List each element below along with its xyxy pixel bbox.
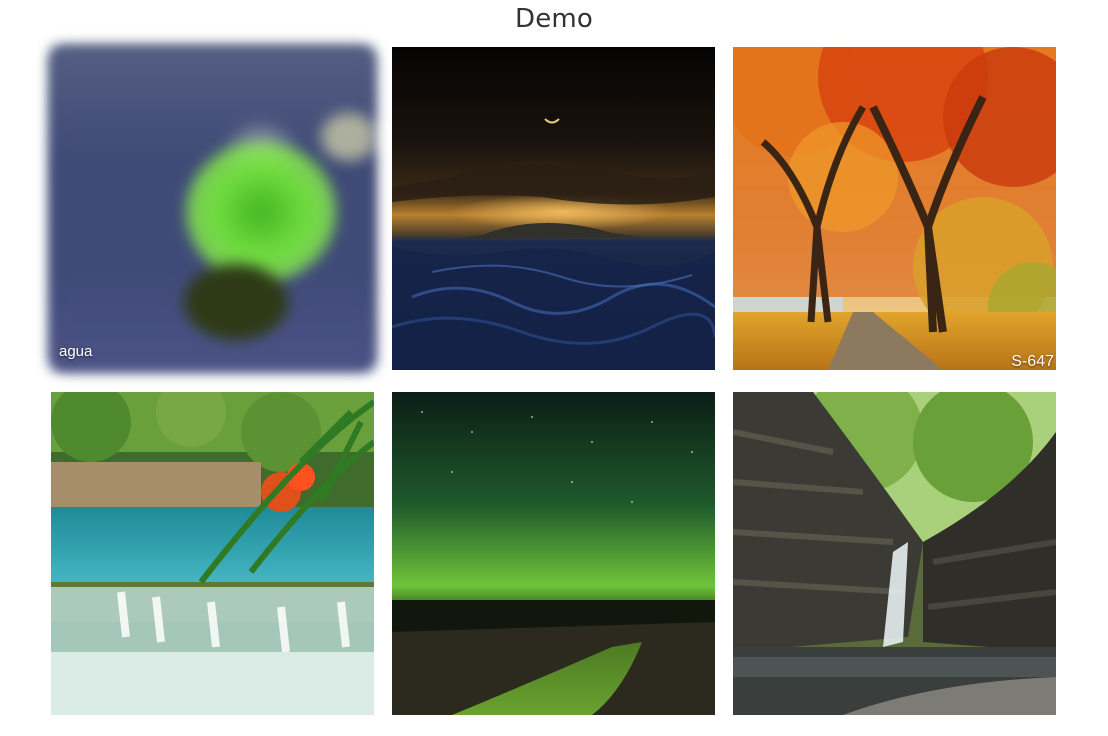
page-title: Demo — [514, 4, 594, 34]
autumn-trees-image — [733, 47, 1056, 370]
demo-page: Demo agua S-647 — [0, 0, 1108, 736]
gallery-tile-S-647[interactable]: S-647 — [733, 47, 1056, 370]
tile-caption: agua — [59, 343, 93, 360]
tile-caption: S-647 — [1011, 353, 1054, 370]
gallery-tile-waterfall[interactable] — [51, 392, 374, 715]
gallery-tile-agua[interactable]: agua — [51, 47, 374, 370]
gallery-tile-aurora[interactable] — [392, 392, 715, 715]
gallery-tile-gorge[interactable] — [733, 392, 1056, 715]
water-lily-image — [51, 47, 374, 370]
turquoise-waterfall-image — [51, 392, 374, 715]
stormy-sea-image — [392, 47, 715, 370]
aurora-river-image — [392, 392, 715, 715]
gallery-tile-stormy-sea[interactable] — [392, 47, 715, 370]
gorge-waterfall-image — [733, 392, 1056, 715]
